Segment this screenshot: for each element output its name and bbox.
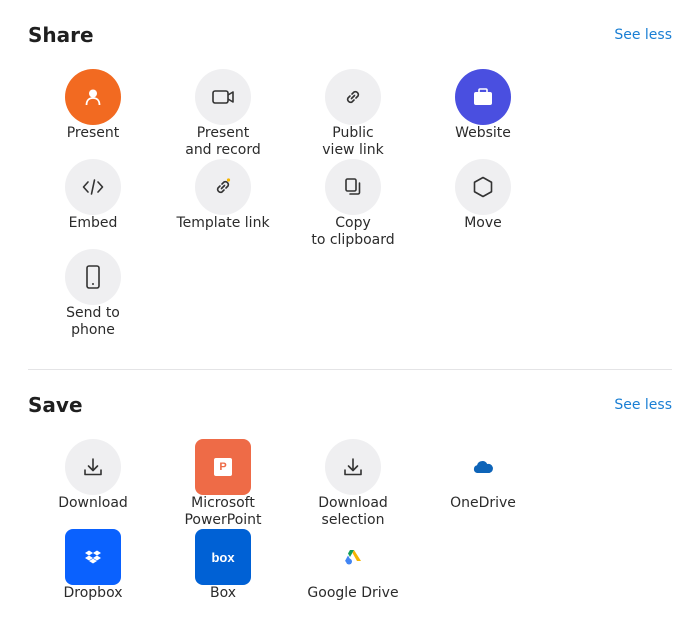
- save-item-label: OneDrive: [450, 495, 516, 511]
- share-item-label: Copy to clipboard: [311, 215, 395, 248]
- dropbox-icon: [65, 529, 121, 585]
- save-item-label: Box: [209, 585, 237, 601]
- share-item-template-link[interactable]: Template link: [158, 159, 288, 232]
- hexagon-icon: [455, 159, 511, 215]
- code-icon: [65, 159, 121, 215]
- box-badge: box: [211, 549, 235, 565]
- save-item-onedrive[interactable]: OneDrive: [418, 439, 548, 512]
- share-item-label: Move: [464, 215, 502, 231]
- save-item-label: Microsoft PowerPoint: [184, 495, 262, 528]
- save-section: Save See less Download P Microsoft Power…: [28, 392, 672, 601]
- share-header: Share See less: [28, 22, 672, 50]
- share-item-embed[interactable]: Embed: [28, 159, 158, 232]
- share-item-label: Template link: [176, 215, 270, 231]
- share-item-present-and-record[interactable]: Present and record: [158, 69, 288, 159]
- save-item-label: Google Drive: [307, 585, 399, 601]
- phone-icon: [65, 249, 121, 305]
- video-camera-icon: [195, 69, 251, 125]
- copy-icon: [325, 159, 381, 215]
- share-item-label: Public view link: [322, 125, 384, 158]
- save-item-box[interactable]: box Box: [158, 529, 288, 602]
- save-see-less-link[interactable]: See less: [614, 396, 672, 414]
- share-see-less-link[interactable]: See less: [614, 26, 672, 44]
- save-item-microsoft-powerpoint[interactable]: P Microsoft PowerPoint: [158, 439, 288, 529]
- onedrive-icon: [455, 439, 511, 495]
- save-item-label: Dropbox: [63, 585, 123, 601]
- download-selection-icon: [325, 439, 381, 495]
- share-item-label: Website: [455, 125, 511, 141]
- share-item-move[interactable]: Move: [418, 159, 548, 232]
- section-divider: [28, 369, 672, 370]
- google-drive-icon: [325, 529, 381, 585]
- powerpoint-badge: P: [214, 458, 232, 476]
- powerpoint-icon: P: [195, 439, 251, 495]
- share-item-label: Embed: [68, 215, 118, 231]
- share-section: Share See less Present Present and recor…: [28, 22, 672, 338]
- save-item-download[interactable]: Download: [28, 439, 158, 512]
- template-link-icon: [195, 159, 251, 215]
- share-item-public-view-link[interactable]: Public view link: [288, 69, 418, 159]
- share-item-present[interactable]: Present: [28, 69, 158, 142]
- share-item-website[interactable]: Website: [418, 69, 548, 142]
- briefcase-icon: [455, 69, 511, 125]
- save-item-label: Download selection: [318, 495, 388, 528]
- save-title: Save: [28, 393, 83, 417]
- download-icon: [65, 439, 121, 495]
- save-item-label: Download: [58, 495, 128, 511]
- save-item-download-selection[interactable]: Download selection: [288, 439, 418, 529]
- save-item-dropbox[interactable]: Dropbox: [28, 529, 158, 602]
- present-icon: [65, 69, 121, 125]
- share-item-label: Present and record: [185, 125, 261, 158]
- box-icon: box: [195, 529, 251, 585]
- share-item-send-to-phone[interactable]: Send to phone: [28, 249, 158, 339]
- link-icon: [325, 69, 381, 125]
- save-header: Save See less: [28, 392, 672, 420]
- share-item-label: Present: [66, 125, 120, 141]
- share-item-copy-to-clipboard[interactable]: Copy to clipboard: [288, 159, 418, 249]
- share-title: Share: [28, 23, 94, 47]
- save-item-google-drive[interactable]: Google Drive: [288, 529, 418, 602]
- share-item-label: Send to phone: [66, 305, 120, 338]
